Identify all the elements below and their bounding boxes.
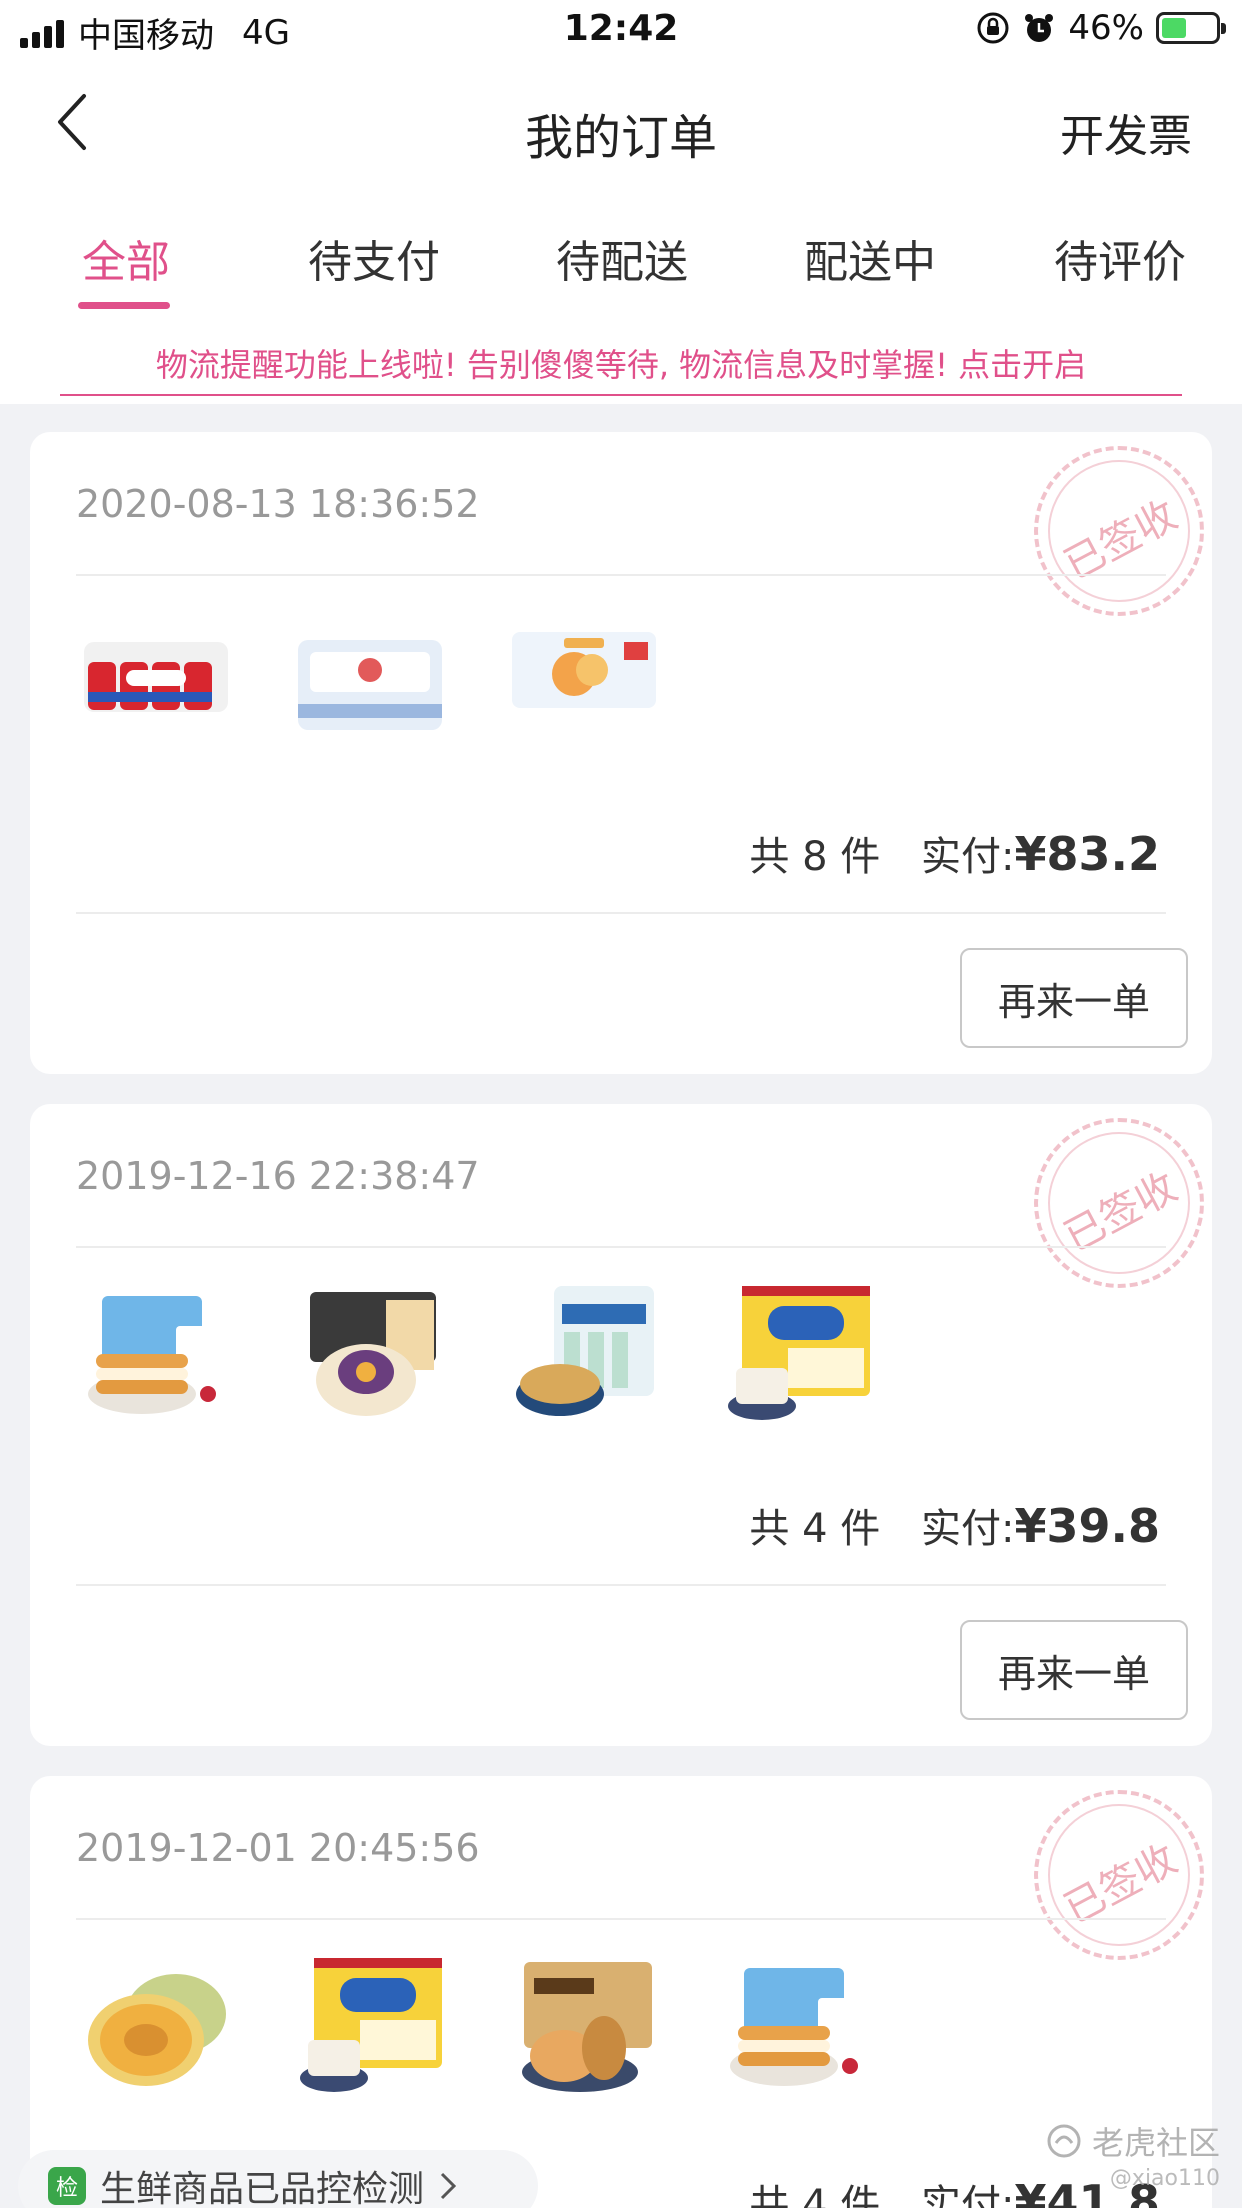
watermark-text: 老虎社区 [1091, 2124, 1220, 2162]
paid-amount: ¥83.2 [1014, 827, 1160, 881]
logistics-notice-banner[interactable]: 物流提醒功能上线啦! 告别傻傻等待, 物流信息及时掌握! 点击开启 [0, 320, 1242, 404]
paid-label: 实付: [921, 834, 1015, 880]
tab-pending-payment[interactable]: 待支付 [308, 226, 440, 290]
product-thumbnails[interactable] [76, 612, 664, 772]
product-thumb-sandwich-bread[interactable] [76, 1276, 236, 1436]
divider [76, 1918, 1166, 1920]
inspection-icon: 检 [48, 2167, 86, 2205]
order-summary: 共 8 件 实付:¥83.2 [749, 824, 1160, 882]
item-count: 共 4 件 [749, 2182, 881, 2208]
active-tab-indicator [78, 302, 170, 309]
product-thumb-lipo-biscuit[interactable] [290, 1948, 450, 2108]
quality-inspection-badge[interactable]: 检 生鲜商品已品控检测 [18, 2150, 538, 2208]
product-thumb-yakult[interactable] [76, 612, 236, 772]
divider [76, 574, 1166, 576]
order-summary: 共 4 件 实付:¥39.8 [749, 1496, 1160, 1554]
product-thumb-yogurt[interactable] [290, 612, 450, 772]
order-card[interactable]: 2019-12-16 22:38:47 已签收 共 4 件 实付:¥39.8 再… [30, 1104, 1212, 1746]
battery-percent: 46% [1068, 8, 1144, 48]
tab-pending-delivery[interactable]: 待配送 [556, 226, 688, 290]
tab-all[interactable]: 全部 [82, 226, 170, 290]
order-time: 2019-12-01 20:45:56 [76, 1826, 480, 1870]
item-count: 共 4 件 [749, 1506, 881, 1552]
nav-bar: 我的订单 开发票 [0, 62, 1242, 190]
order-time: 2020-08-13 18:36:52 [76, 482, 480, 526]
product-thumb-milk-cake[interactable] [504, 1276, 664, 1436]
page-title: 我的订单 [524, 110, 717, 166]
product-thumbnails[interactable] [76, 1276, 878, 1436]
product-thumb-meat-floss-cake[interactable] [504, 1948, 664, 2108]
order-card[interactable]: 2020-08-13 18:36:52 已签收 共 8 件 实付:¥83.2 再… [30, 432, 1212, 1074]
alarm-icon [1025, 14, 1054, 42]
divider [76, 912, 1166, 914]
watermark: 老虎社区 [1046, 2118, 1220, 2164]
divider [76, 1246, 1166, 1248]
item-count: 共 8 件 [749, 834, 881, 880]
reorder-button[interactable]: 再来一单 [960, 948, 1188, 1048]
orientation-lock-icon [977, 12, 1009, 44]
paid-amount: ¥39.8 [1014, 1499, 1160, 1553]
product-thumbnails[interactable] [76, 1948, 878, 2108]
status-right: 46% [976, 8, 1226, 48]
invoice-button[interactable]: 开发票 [1060, 100, 1192, 164]
signed-stamp: 已签收 [1034, 1118, 1204, 1288]
product-thumb-lipo-biscuit[interactable] [718, 1276, 878, 1436]
product-thumb-peach-yogurt[interactable] [504, 612, 664, 772]
tab-pending-review[interactable]: 待评价 [1054, 226, 1186, 290]
order-time: 2019-12-16 22:38:47 [76, 1154, 480, 1198]
order-tabs: 全部 待支付 待配送 配送中 待评价 [0, 190, 1242, 320]
inspection-label: 生鲜商品已品控检测 [100, 2169, 425, 2208]
reorder-button[interactable]: 再来一单 [960, 1620, 1188, 1720]
tiger-community-logo-icon [1047, 2124, 1081, 2158]
divider [76, 1584, 1166, 1586]
tab-delivering[interactable]: 配送中 [804, 226, 936, 290]
product-thumb-purple-yam-bun[interactable] [290, 1276, 450, 1436]
paid-label: 实付: [921, 2182, 1015, 2208]
signed-stamp: 已签收 [1034, 446, 1204, 616]
notice-text: 物流提醒功能上线啦! 告别傻傻等待, 物流信息及时掌握! 点击开启 [60, 340, 1182, 396]
chevron-right-icon [440, 2172, 457, 2200]
product-thumb-hami-melon[interactable] [76, 1948, 236, 2108]
product-thumb-sandwich-bread[interactable] [718, 1948, 878, 2108]
signed-stamp: 已签收 [1034, 1790, 1204, 1960]
order-card[interactable]: 2019-12-01 20:45:56 已签收 共 4 件 实付:¥41.8 [30, 1776, 1212, 2208]
battery-icon [1156, 12, 1226, 44]
paid-label: 实付: [921, 1506, 1015, 1552]
status-bar: 中国移动 4G 12:42 46% [0, 0, 1242, 62]
watermark-username: @xiao110 [1109, 2166, 1220, 2191]
order-summary: 共 4 件 实付:¥41.8 [749, 2172, 1160, 2208]
